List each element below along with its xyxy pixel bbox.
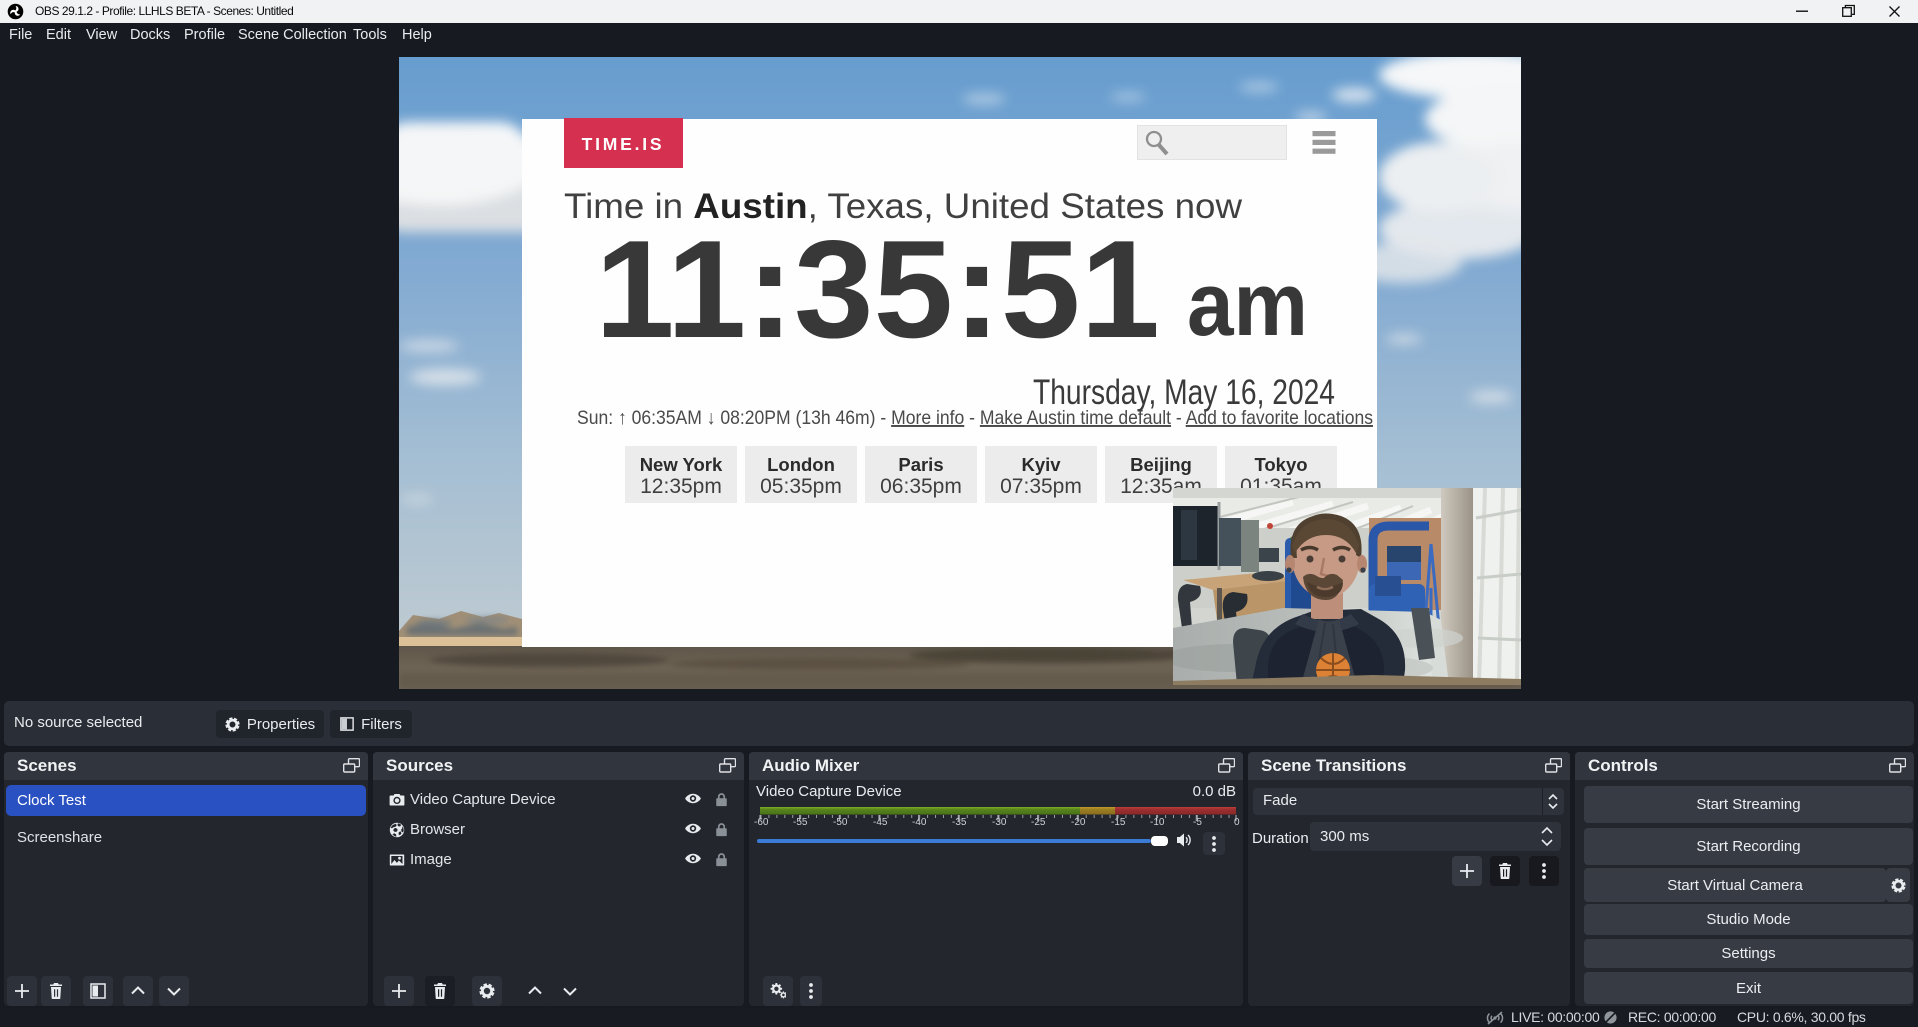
svg-text:Kyiv: Kyiv [1021, 454, 1061, 475]
svg-text:12:35pm: 12:35pm [640, 475, 722, 498]
svg-text:am: am [1187, 255, 1308, 355]
svg-text:05:35pm: 05:35pm [760, 475, 842, 498]
svg-text:11:35:51: 11:35:51 [595, 212, 1160, 367]
svg-text:-30: -30 [992, 817, 1007, 828]
svg-text:TIME.IS: TIME.IS [582, 134, 665, 154]
svg-text:-60: -60 [754, 817, 769, 828]
svg-text:-55: -55 [793, 817, 808, 828]
svg-text:Sun: ↑ 06:35AM ↓ 08:20PM (13h: Sun: ↑ 06:35AM ↓ 08:20PM (13h 46m) - Mor… [577, 407, 1373, 429]
svg-text:-20: -20 [1071, 817, 1086, 828]
svg-text:07:35pm: 07:35pm [1000, 475, 1082, 498]
svg-text:Beijing: Beijing [1130, 454, 1192, 475]
svg-text:London: London [767, 454, 835, 475]
svg-text:Paris: Paris [898, 454, 943, 475]
svg-text:06:35pm: 06:35pm [880, 475, 962, 498]
svg-text:Tokyo: Tokyo [1254, 454, 1307, 475]
svg-text:-50: -50 [833, 817, 848, 828]
svg-text:-5: -5 [1193, 817, 1202, 828]
svg-text:New York: New York [640, 454, 723, 475]
svg-text:-15: -15 [1111, 817, 1126, 828]
svg-text:-25: -25 [1031, 817, 1046, 828]
svg-text:-45: -45 [873, 817, 888, 828]
svg-text:-35: -35 [952, 817, 967, 828]
svg-text:-10: -10 [1150, 817, 1165, 828]
svg-text:0: 0 [1234, 817, 1240, 828]
svg-text:-40: -40 [912, 817, 927, 828]
